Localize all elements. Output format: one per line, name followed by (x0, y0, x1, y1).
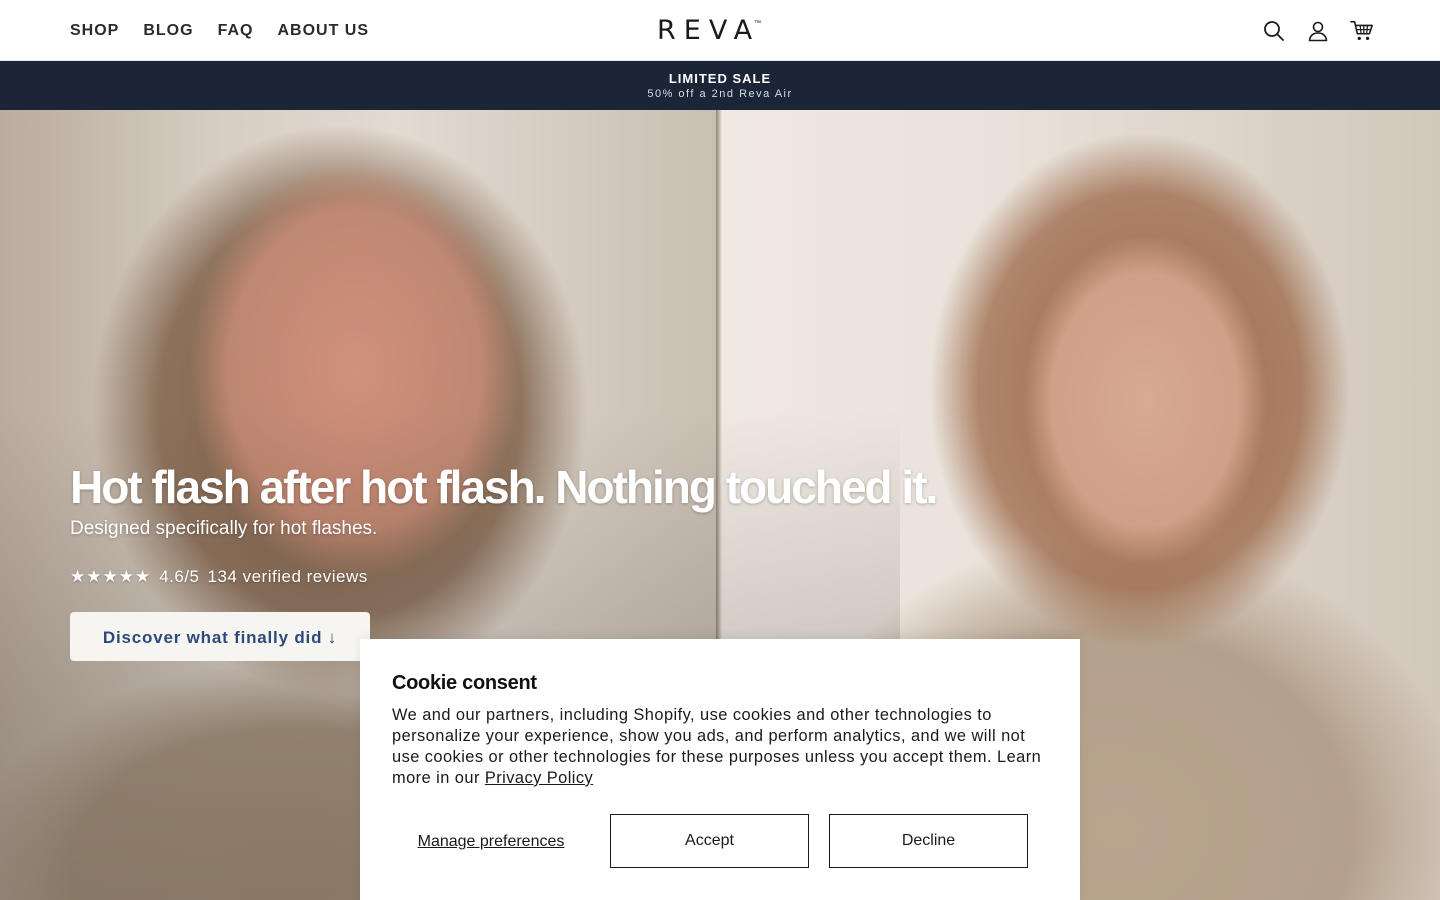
header-icons (1262, 0, 1374, 61)
main-nav: SHOP BLOG FAQ ABOUT US (70, 0, 369, 61)
nav-blog[interactable]: BLOG (143, 22, 193, 40)
manage-preferences-link[interactable]: Manage preferences (392, 814, 590, 868)
discover-cta-button[interactable]: Discover what finally did ↓ (70, 612, 370, 661)
search-icon[interactable] (1262, 19, 1286, 43)
privacy-policy-link[interactable]: Privacy Policy (485, 769, 593, 787)
cookie-consent-body: We and our partners, including Shopify, … (392, 705, 1052, 789)
accept-button[interactable]: Accept (610, 814, 809, 868)
star-rating-icon: ★★★★★ (70, 567, 152, 586)
nav-shop[interactable]: SHOP (70, 22, 119, 40)
hero-headline: Hot flash after hot flash. Nothing touch… (70, 461, 938, 513)
hero-rating: ★★★★★ 4.6/5 134 verified reviews (70, 567, 368, 587)
cart-icon[interactable] (1350, 19, 1374, 43)
nav-faq[interactable]: FAQ (218, 22, 254, 40)
review-count: 134 verified reviews (207, 567, 368, 586)
account-icon[interactable] (1306, 19, 1330, 43)
announcement-subtitle: 50% off a 2nd Reva Air (647, 88, 793, 100)
announcement-bar[interactable]: LIMITED SALE 50% off a 2nd Reva Air (0, 61, 1440, 110)
cookie-consent-title: Cookie consent (392, 672, 537, 694)
cookie-consent-banner: Cookie consent We and our partners, incl… (360, 639, 1080, 900)
hero-subheadline: Designed specifically for hot flashes. (70, 518, 378, 539)
brand-name: REVA (657, 15, 761, 46)
brand-trademark: ™ (754, 20, 762, 27)
nav-about-us[interactable]: ABOUT US (277, 22, 369, 40)
rating-score: 4.6/5 (159, 567, 200, 586)
brand-logo[interactable]: REVA ™ (657, 16, 777, 46)
decline-button[interactable]: Decline (829, 814, 1028, 868)
announcement-title: LIMITED SALE (668, 71, 772, 86)
site-header: SHOP BLOG FAQ ABOUT US REVA ™ (0, 0, 1440, 61)
